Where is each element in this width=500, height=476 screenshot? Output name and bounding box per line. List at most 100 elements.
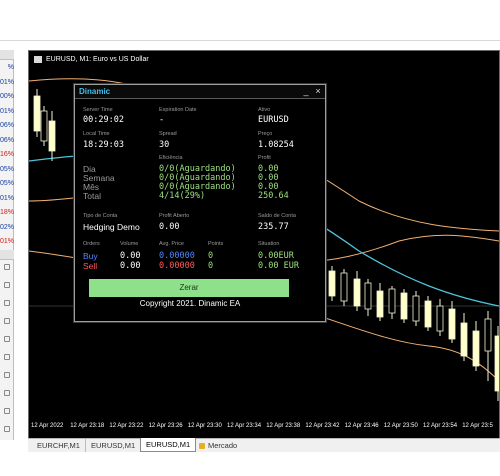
profit-label: Profit xyxy=(258,155,271,161)
market-watch-change[interactable]: 01% xyxy=(0,106,14,118)
lock-icon xyxy=(199,443,205,450)
candle-body xyxy=(494,335,499,392)
situation-header: Situation xyxy=(258,241,280,247)
tab-eurusd-m1-active[interactable]: EURUSD,M1 xyxy=(140,438,197,452)
ea-title-bar[interactable]: Dinamic _ × xyxy=(75,85,325,99)
expiration-value: - xyxy=(159,115,165,125)
sell-points: 0 xyxy=(208,261,214,271)
status-bar xyxy=(0,452,500,476)
buy-volume: 0.00 xyxy=(120,251,141,261)
candle-body xyxy=(328,270,336,297)
candle-body xyxy=(412,295,420,322)
close-icon[interactable]: × xyxy=(313,86,323,96)
time-tick-label: 12 Apr 23:42 xyxy=(305,423,340,429)
local-time-value: 18:29:03 xyxy=(83,140,124,150)
minimize-icon[interactable]: _ xyxy=(301,86,311,96)
navigator-node-icon[interactable] xyxy=(4,300,10,306)
candle-body xyxy=(472,330,480,367)
candle-body xyxy=(340,272,348,302)
navigator-node-icon[interactable] xyxy=(4,282,10,288)
buy-points: 0 xyxy=(208,251,214,261)
market-watch-change[interactable]: 05% xyxy=(0,178,14,190)
ativo-label: Ativo xyxy=(258,107,271,113)
time-tick-label: 12 Apr 23:54 xyxy=(423,423,458,429)
tipo-conta-value: Hedging Demo xyxy=(83,222,140,232)
navigator-node-icon[interactable] xyxy=(4,372,10,378)
spread-value: 30 xyxy=(159,140,170,150)
zerar-button[interactable]: Zerar xyxy=(89,279,289,297)
market-watch-change[interactable]: 06% xyxy=(0,135,14,147)
volume-header: Volume xyxy=(120,241,139,247)
buy-label: Buy xyxy=(83,251,98,261)
ea-title: Dinamic xyxy=(79,87,111,96)
candle-body xyxy=(460,322,468,357)
candle-body xyxy=(484,318,492,352)
copyright-text: Copyright 2021. Dinamic EA xyxy=(139,299,241,308)
sell-label: Sell xyxy=(83,261,98,271)
avg-price-header: Avg. Price xyxy=(159,241,184,247)
candle-body xyxy=(40,110,48,142)
orders-header: Orders xyxy=(83,241,100,247)
market-watch-change[interactable]: 01% xyxy=(0,236,14,248)
chart-symbol-label: EURUSD, M1: Euro vs US Dollar xyxy=(46,55,149,63)
candle-body xyxy=(400,292,408,320)
navigator-node-icon[interactable] xyxy=(4,336,10,342)
points-header: Points xyxy=(208,241,224,247)
navigator-node-icon[interactable] xyxy=(4,390,10,396)
top-toolbar-area xyxy=(0,0,500,50)
tab-eurchf-m1[interactable]: EURCHF,M1 xyxy=(32,439,86,453)
market-watch-change[interactable]: 01% xyxy=(0,193,14,205)
candle-body xyxy=(424,300,432,328)
market-watch-change[interactable]: % xyxy=(0,62,14,74)
profit-aberto-label: Profit Aberto xyxy=(159,213,190,219)
navigator-header xyxy=(0,250,14,260)
market-watch-change[interactable]: 02% xyxy=(0,222,14,234)
server-time-value: 00:29:02 xyxy=(83,115,124,125)
tab-mercado[interactable]: Mercado xyxy=(194,439,242,453)
terminal-window: % 01% 00% 01% 06% 06% 16% 05% 05% 01% 18% 02% 01% EU… xyxy=(0,0,500,476)
candle-body xyxy=(33,95,41,132)
eficiencia-label: Eficiência xyxy=(159,155,183,161)
chart-window-icon xyxy=(34,55,42,63)
sell-volume: 0.00 xyxy=(120,261,141,271)
period-profit: 250.64 xyxy=(258,191,289,201)
saldo-label: Saldo de Conta xyxy=(258,213,296,219)
tab-eurusd-m1[interactable]: EURUSD,M1 xyxy=(86,439,142,453)
tab-mercado-label: Mercado xyxy=(208,441,238,450)
local-time-label: Local Time xyxy=(83,131,110,137)
navigator-node-icon[interactable] xyxy=(4,408,10,414)
market-watch-change[interactable]: 18% xyxy=(0,207,14,219)
buy-avg-price: 0.00000 xyxy=(159,251,195,261)
saldo-value: 235.77 xyxy=(258,222,289,232)
navigator-node-icon[interactable] xyxy=(4,354,10,360)
time-tick-label: 12 Apr 23:5 xyxy=(462,423,493,429)
sell-avg-price: 0.00000 xyxy=(159,261,195,271)
tipo-conta-label: Tipo de Conta xyxy=(83,213,118,219)
toolbar-divider xyxy=(0,40,500,41)
navigator-node-icon[interactable] xyxy=(4,426,10,432)
navigator-node-icon[interactable] xyxy=(4,318,10,324)
expiration-label: Expiration Date xyxy=(159,107,197,113)
time-tick-label: 12 Apr 23:50 xyxy=(383,423,418,429)
period-efficiency: 4/14(29%) xyxy=(159,191,206,201)
market-watch-panel: % 01% 00% 01% 06% 06% 16% 05% 05% 01% 18% 02% 01% xyxy=(0,50,14,440)
buy-situation: 0.00EUR xyxy=(258,251,294,261)
time-tick-label: 12 Apr 23:22 xyxy=(109,423,144,429)
period-label: Total xyxy=(83,191,101,201)
market-watch-change[interactable]: 16% xyxy=(0,149,14,161)
preco-label: Preço xyxy=(258,131,273,137)
dinamic-ea-panel: Dinamic _ × Server Time 00:29:02 Expirat… xyxy=(74,84,326,322)
spread-label: Spread xyxy=(159,131,177,137)
time-tick-label: 12 Apr 23:34 xyxy=(227,423,262,429)
ativo-value: EURUSD xyxy=(258,115,289,125)
server-time-label: Server Time xyxy=(83,107,113,113)
navigator-node-icon[interactable] xyxy=(4,264,10,270)
preco-value: 1.08254 xyxy=(258,140,294,150)
time-tick-label: 12 Apr 2022 xyxy=(31,423,64,429)
market-watch-change[interactable]: 01% xyxy=(0,77,14,89)
time-tick-label: 12 Apr 23:26 xyxy=(148,423,183,429)
market-watch-change[interactable]: 00% xyxy=(0,91,14,103)
market-watch-change[interactable]: 06% xyxy=(0,120,14,132)
candle-body xyxy=(376,290,384,318)
market-watch-change[interactable]: 05% xyxy=(0,164,14,176)
